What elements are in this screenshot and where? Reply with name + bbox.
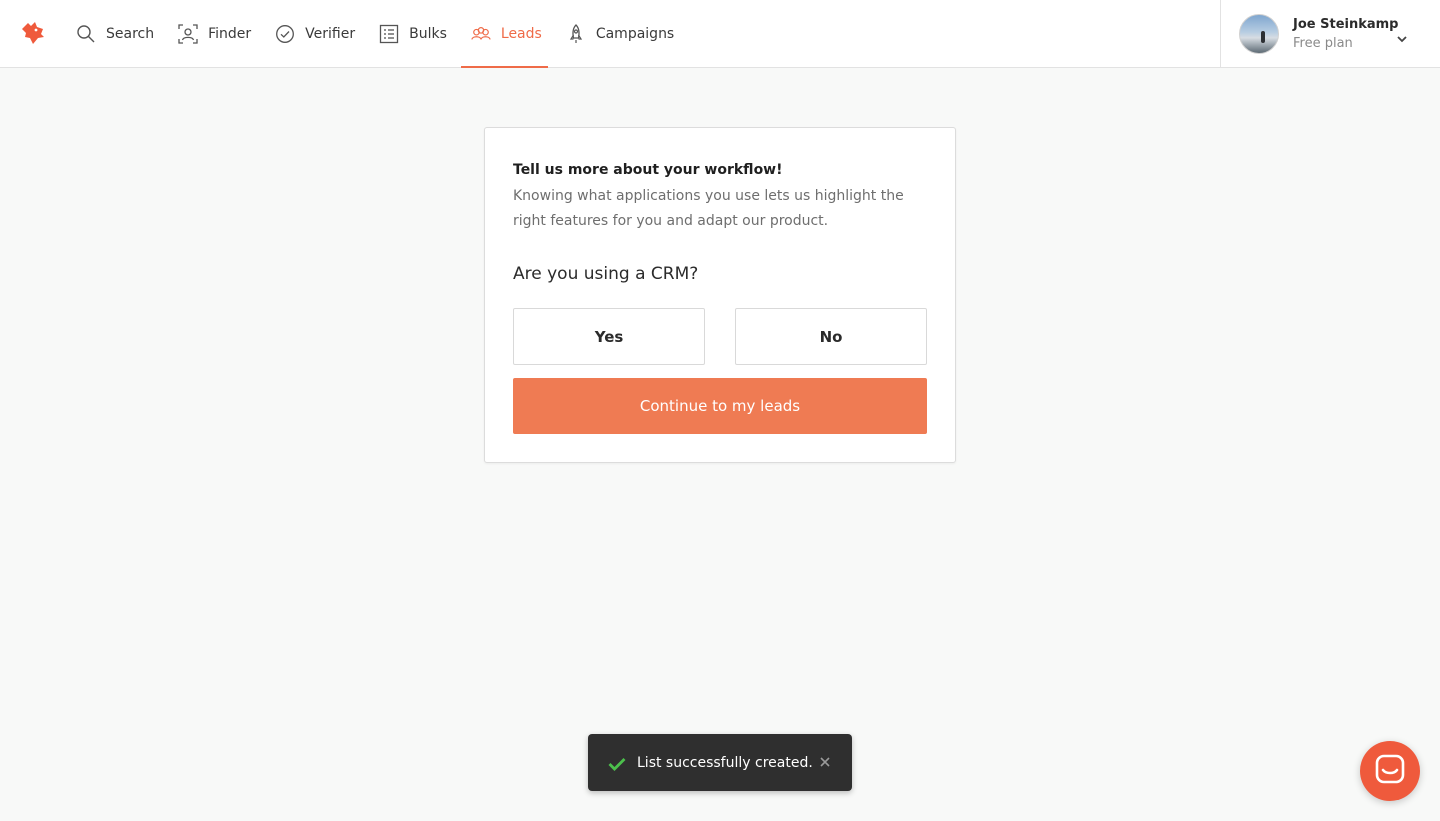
user-info: Joe Steinkamp Free plan	[1293, 17, 1399, 51]
nav-item-search[interactable]: Search	[62, 0, 164, 67]
nav-item-finder[interactable]: Finder	[164, 0, 261, 67]
check-circle-icon	[275, 24, 295, 44]
nav-label-leads: Leads	[500, 25, 542, 42]
user-name: Joe Steinkamp	[1293, 16, 1399, 32]
nav-label-search: Search	[106, 25, 155, 42]
chevron-down-icon[interactable]	[1396, 29, 1408, 43]
card-title: Tell us more about your workflow!	[513, 162, 783, 178]
success-toast: List successfully created.	[588, 734, 852, 791]
nav-item-bulks[interactable]: Bulks	[365, 0, 457, 67]
card-description: Knowing what applications you use lets u…	[513, 188, 904, 229]
search-icon	[76, 24, 96, 44]
list-icon	[379, 24, 399, 44]
continue-to-leads-button[interactable]: Continue to my leads	[513, 378, 927, 434]
nav-label-verifier: Verifier	[305, 25, 356, 42]
hunter-logo-icon[interactable]	[19, 20, 47, 46]
chat-icon	[1375, 754, 1405, 788]
finder-icon	[178, 23, 198, 44]
workflow-survey-card: Tell us more about your workflow! Knowin…	[484, 127, 956, 463]
nav-item-campaigns[interactable]: Campaigns	[552, 0, 684, 67]
nav-item-verifier[interactable]: Verifier	[261, 0, 365, 67]
checkmark-icon	[608, 756, 626, 771]
nav-label-finder: Finder	[208, 25, 252, 42]
nav-label-campaigns: Campaigns	[595, 25, 675, 42]
close-icon[interactable]	[818, 754, 832, 768]
main-nav: Search Finder Verifier Bulks Leads Campa…	[62, 0, 684, 68]
avatar	[1239, 13, 1279, 54]
nav-label-bulks: Bulks	[409, 25, 447, 42]
user-menu[interactable]: Joe Steinkamp Free plan	[1220, 0, 1440, 67]
toast-message: List successfully created.	[637, 754, 813, 771]
user-plan: Free plan	[1293, 35, 1353, 51]
chat-launcher-button[interactable]	[1360, 741, 1420, 801]
top-navigation-bar: Search Finder Verifier Bulks Leads Campa…	[0, 0, 1440, 68]
rocket-icon	[566, 23, 586, 44]
crm-question: Are you using a CRM?	[513, 264, 699, 284]
nav-item-leads[interactable]: Leads	[457, 0, 552, 68]
no-button[interactable]: No	[735, 308, 927, 365]
yes-button[interactable]: Yes	[513, 308, 705, 365]
leads-icon	[471, 24, 491, 44]
